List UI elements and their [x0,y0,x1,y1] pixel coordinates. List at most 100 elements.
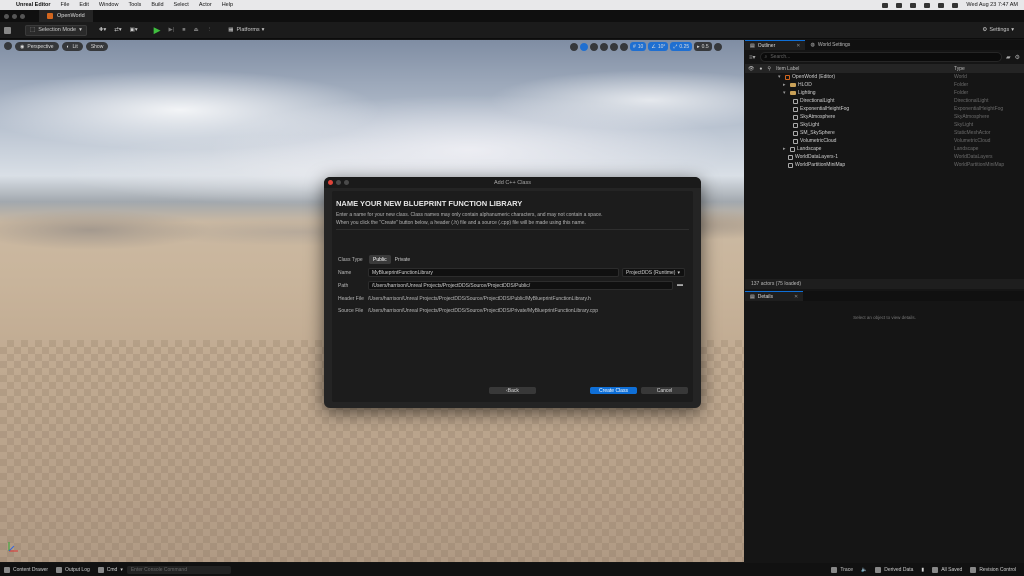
notifications-button[interactable]: ▮ [917,567,928,573]
menu-build[interactable]: Build [151,2,163,8]
play-button[interactable]: ▶ [150,25,165,36]
cancel-button[interactable]: Cancel [641,387,688,394]
menu-window[interactable]: Window [99,2,119,8]
surface-snap-icon[interactable] [620,42,628,51]
play-options-button[interactable]: ⋮ [203,25,217,36]
wifi-icon[interactable] [924,2,931,8]
stop-button[interactable]: ■ [178,25,189,36]
tree-row[interactable]: ▾ Lighting Folder [745,89,1024,97]
menu-select[interactable]: Select [174,2,189,8]
tree-row[interactable]: WorldDataLayers-1 WorldDataLayers [745,153,1024,161]
cmd-dropdown[interactable]: Cmd ▾ [94,566,127,573]
cinematics-button[interactable]: ▣▾ [126,25,142,36]
tab-details[interactable]: ▤ Details ✕ [745,291,804,301]
content-drawer-button[interactable]: Content Drawer [0,566,52,573]
perspective-button[interactable]: ◉ Perspective [15,42,59,51]
tree-row[interactable]: SM_SkySphere StaticMeshActor [745,129,1024,137]
revision-control-button[interactable]: Revision Control [966,566,1020,573]
all-saved-button[interactable]: All Saved [928,566,966,573]
headphones-icon[interactable] [896,2,903,8]
expand-arrow-icon[interactable]: ▸ [783,146,788,152]
path-input[interactable]: /Users/harrison/Unreal Projects/ProjectD… [368,281,673,290]
output-log-button[interactable]: Output Log [52,566,94,573]
control-center-icon[interactable] [952,2,959,8]
step-button[interactable]: ▶| [165,25,179,36]
gear-icon[interactable]: ⚙ [1015,54,1020,61]
minimap-icon [788,162,793,168]
tab-world-settings[interactable]: ◍ World Settings [805,40,855,50]
tree-row[interactable]: ▸ Landscape Landscape [745,145,1024,153]
expand-arrow-icon[interactable]: ▾ [778,74,783,80]
save-button[interactable] [0,25,15,36]
tree-row[interactable]: SkyLight SkyLight [745,121,1024,129]
tab-outliner[interactable]: ▤ Outliner ✕ [745,40,806,50]
menu-app-name[interactable]: Unreal Editor [16,2,51,8]
add-folder-icon[interactable]: ▰ [1006,54,1011,61]
back-button[interactable]: ‹ Back [489,387,536,394]
tree-row[interactable]: WorldPartitionMiniMap WorldPartitionMiniM… [745,161,1024,169]
add-actor-button[interactable]: ✚▾ [95,25,110,36]
select-tool-icon[interactable] [570,42,578,51]
menu-edit[interactable]: Edit [79,2,88,8]
viewport-menu-icon[interactable] [4,42,12,50]
tree-row[interactable]: ExponentialHeightFog ExponentialHeightFog [745,105,1024,113]
tab-outliner-label: Outliner [757,42,776,49]
tree-row[interactable]: ▸ HLOD Folder [745,81,1024,89]
translate-tool-icon[interactable] [580,42,588,51]
expand-arrow-icon[interactable]: ▾ [783,90,788,96]
battery-icon[interactable] [910,2,917,8]
show-button[interactable]: Show [85,42,109,51]
row-type: WorldPartitionMiniMap [954,162,1005,168]
filter-icon[interactable]: ≡▾ [749,54,756,61]
outliner-search-input[interactable]: ⌕ Search... [759,52,1002,62]
blueprint-button[interactable]: ⇄▾ [110,25,125,36]
expand-arrow-icon[interactable]: ▸ [783,82,788,88]
public-option[interactable]: Public [369,255,391,264]
close-icon[interactable]: ✕ [796,43,800,49]
window-controls[interactable] [4,13,25,19]
sky-atmosphere-icon [793,114,798,120]
trace-button[interactable]: Trace [827,566,857,573]
folder-icon[interactable]: ▬ [677,282,683,288]
type-header[interactable]: Type [954,66,965,72]
status-icon[interactable] [882,2,889,8]
search-icon[interactable] [938,2,945,8]
camera-speed-button[interactable]: ▸ 0.5 [694,42,712,51]
create-class-button[interactable]: Create Class [590,387,637,394]
selection-mode-dropdown[interactable]: ⬚ Selection Mode ▾ [25,24,87,36]
tab-openworld[interactable]: OpenWorld [39,10,93,22]
tree-row[interactable]: VolumetricCloud VolumetricCloud [745,137,1024,145]
console-command-input[interactable]: Enter Console Command [126,565,231,574]
eject-button[interactable]: ⏏ [190,25,203,36]
menubar-clock[interactable]: Wed Aug 23 7:47 AM [966,2,1018,8]
menu-help[interactable]: Help [222,2,233,8]
private-option[interactable]: Private [391,255,415,264]
derived-data-button[interactable]: Derived Data [871,566,917,573]
rotation-snap-toggle[interactable]: ∠ 10° [648,42,669,51]
lit-button[interactable]: ◐ Lit [61,42,83,51]
tree-row[interactable]: DirectionalLight DirectionalLight [745,97,1024,105]
scale-snap-toggle[interactable]: ⤢ 0.25 [670,42,693,51]
mute-button[interactable]: 🔈 [857,567,871,573]
derived-data-icon [875,566,882,573]
grid-snap-toggle[interactable]: #10 [630,42,647,51]
tree-row[interactable]: SkyAtmosphere SkyAtmosphere [745,113,1024,121]
cloud-icon [793,138,798,144]
maximize-viewport-icon[interactable] [713,42,722,51]
world-local-icon[interactable] [610,42,618,51]
settings-button[interactable]: ⚙ Settings ▾ [978,25,1018,36]
settings-label: Settings [989,27,1010,33]
menu-file[interactable]: File [61,2,70,8]
platforms-button[interactable]: ▦ Platforms ▾ [224,25,268,36]
module-dropdown[interactable]: ProjectDDS (Runtime) ▾ [622,268,685,277]
tree-row[interactable]: ▾ OpenWorld (Editor) World [745,73,1024,81]
item-label-header[interactable]: Item Label [776,66,799,72]
scale-tool-icon[interactable] [600,42,608,51]
class-name-input[interactable]: MyBlueprintFunctionLibrary [368,268,619,277]
globe-icon: ◍ [810,42,815,48]
header-file-value: /Users/harrison/Unreal Projects/ProjectD… [368,296,591,302]
menu-actor[interactable]: Actor [199,2,212,8]
menu-tools[interactable]: Tools [128,2,141,8]
rotate-tool-icon[interactable] [590,42,598,51]
close-icon[interactable]: ✕ [794,294,798,300]
